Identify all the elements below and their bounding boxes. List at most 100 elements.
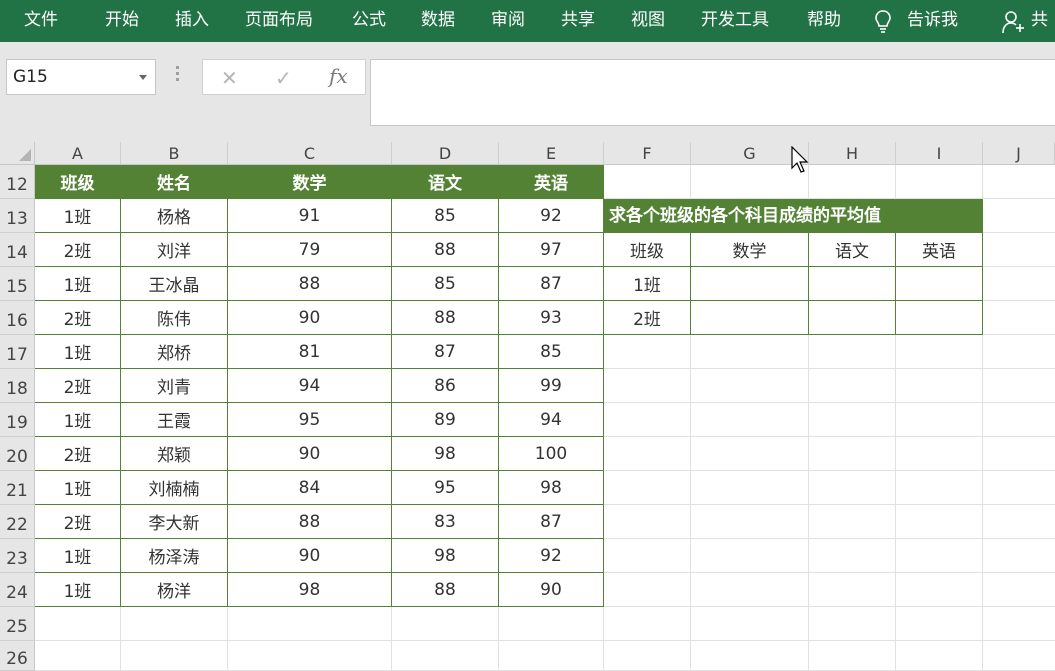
table-cell[interactable]: 98 — [392, 437, 499, 471]
table-cell[interactable]: 刘洋 — [121, 233, 228, 267]
table-cell[interactable]: 79 — [228, 233, 392, 267]
table-cell[interactable]: 1班 — [35, 335, 121, 369]
worksheet-grid[interactable]: A B C D E F G H I J 12 13 14 15 16 17 18 19 20 21 22 23 24 25 26… — [0, 142, 1055, 671]
table-cell[interactable]: 94 — [499, 403, 604, 437]
table-cell[interactable]: 89 — [392, 403, 499, 437]
name-box[interactable]: G15 — [6, 59, 156, 95]
row-header-16[interactable]: 16 — [0, 301, 35, 335]
table-cell[interactable]: 88 — [228, 267, 392, 301]
row-header-12[interactable]: 12 — [0, 165, 35, 199]
summary-header-cell[interactable]: 英语 — [896, 233, 983, 267]
table-header-cell[interactable]: 姓名 — [121, 165, 228, 199]
table-header-cell[interactable]: 班级 — [35, 165, 121, 199]
tab-help[interactable]: 帮助 — [807, 0, 841, 42]
table-cell[interactable]: 91 — [228, 199, 392, 233]
row-header-14[interactable]: 14 — [0, 233, 35, 267]
row-header-25[interactable]: 25 — [0, 607, 35, 641]
summary-header-cell[interactable]: 班级 — [604, 233, 691, 267]
row-header-24[interactable]: 24 — [0, 573, 35, 607]
summary-cell[interactable] — [691, 267, 809, 301]
tab-file[interactable]: 文件 — [24, 0, 58, 42]
share-person-icon[interactable] — [1002, 10, 1026, 34]
tell-me-search[interactable]: 告诉我 — [907, 0, 958, 42]
table-cell[interactable]: 88 — [392, 233, 499, 267]
column-header-d[interactable]: D — [392, 142, 499, 165]
resize-handle-icon[interactable] — [176, 66, 180, 86]
column-header-a[interactable]: A — [35, 142, 121, 165]
table-cell[interactable]: 86 — [392, 369, 499, 403]
table-cell[interactable]: 1班 — [35, 573, 121, 607]
table-cell[interactable]: 王霞 — [121, 403, 228, 437]
table-cell[interactable]: 88 — [392, 573, 499, 607]
tab-review[interactable]: 审阅 — [491, 0, 525, 42]
summary-title[interactable]: 求各个班级的各个科目成绩的平均值 — [604, 199, 983, 233]
column-header-b[interactable]: B — [121, 142, 228, 165]
tab-home[interactable]: 开始 — [105, 0, 139, 42]
insert-function-icon[interactable]: fx — [329, 64, 348, 88]
row-header-18[interactable]: 18 — [0, 369, 35, 403]
table-cell[interactable]: 83 — [392, 505, 499, 539]
table-cell[interactable]: 85 — [392, 267, 499, 301]
summary-cell[interactable] — [896, 301, 983, 335]
table-cell[interactable]: 92 — [499, 199, 604, 233]
table-cell[interactable]: 刘青 — [121, 369, 228, 403]
table-cell[interactable]: 98 — [392, 539, 499, 573]
table-cell[interactable]: 97 — [499, 233, 604, 267]
table-cell[interactable]: 87 — [499, 267, 604, 301]
table-cell[interactable]: 90 — [228, 539, 392, 573]
summary-header-cell[interactable]: 数学 — [691, 233, 809, 267]
row-header-22[interactable]: 22 — [0, 505, 35, 539]
row-header-21[interactable]: 21 — [0, 471, 35, 505]
tab-page-layout[interactable]: 页面布局 — [245, 0, 313, 42]
table-cell[interactable]: 98 — [499, 471, 604, 505]
summary-cell[interactable] — [809, 267, 896, 301]
table-cell[interactable]: 95 — [392, 471, 499, 505]
summary-header-cell[interactable]: 语文 — [809, 233, 896, 267]
table-cell[interactable]: 杨格 — [121, 199, 228, 233]
row-header-20[interactable]: 20 — [0, 437, 35, 471]
table-cell[interactable]: 1班 — [35, 199, 121, 233]
table-cell[interactable]: 郑桥 — [121, 335, 228, 369]
column-header-f[interactable]: F — [604, 142, 691, 165]
table-cell[interactable]: 杨泽涛 — [121, 539, 228, 573]
table-cell[interactable]: 2班 — [35, 505, 121, 539]
table-cell[interactable]: 陈伟 — [121, 301, 228, 335]
table-cell[interactable]: 99 — [499, 369, 604, 403]
table-cell[interactable]: 81 — [228, 335, 392, 369]
column-header-c[interactable]: C — [228, 142, 392, 165]
cancel-icon[interactable]: ✕ — [221, 66, 238, 90]
table-cell[interactable]: 93 — [499, 301, 604, 335]
table-cell[interactable]: 98 — [228, 573, 392, 607]
table-cell[interactable]: 2班 — [35, 369, 121, 403]
summary-cell[interactable] — [691, 301, 809, 335]
row-header-13[interactable]: 13 — [0, 199, 35, 233]
select-all-button[interactable] — [0, 142, 35, 165]
tab-view[interactable]: 视图 — [631, 0, 665, 42]
summary-cell[interactable] — [809, 301, 896, 335]
column-header-j[interactable]: J — [983, 142, 1055, 165]
table-cell[interactable]: 郑颖 — [121, 437, 228, 471]
table-cell[interactable]: 2班 — [35, 437, 121, 471]
summary-cell[interactable]: 1班 — [604, 267, 691, 301]
table-cell[interactable]: 王冰晶 — [121, 267, 228, 301]
table-header-cell[interactable]: 数学 — [228, 165, 392, 199]
formula-input[interactable] — [370, 59, 1055, 126]
table-cell[interactable]: 1班 — [35, 539, 121, 573]
table-header-cell[interactable]: 语文 — [392, 165, 499, 199]
row-header-26[interactable]: 26 — [0, 641, 35, 671]
row-header-23[interactable]: 23 — [0, 539, 35, 573]
row-header-17[interactable]: 17 — [0, 335, 35, 369]
table-cell[interactable]: 87 — [499, 505, 604, 539]
table-cell[interactable]: 88 — [228, 505, 392, 539]
table-cell[interactable]: 92 — [499, 539, 604, 573]
row-header-15[interactable]: 15 — [0, 267, 35, 301]
row-header-19[interactable]: 19 — [0, 403, 35, 437]
table-header-cell[interactable]: 英语 — [499, 165, 604, 199]
table-cell[interactable]: 85 — [392, 199, 499, 233]
summary-cell[interactable]: 2班 — [604, 301, 691, 335]
table-cell[interactable]: 1班 — [35, 267, 121, 301]
table-cell[interactable]: 2班 — [35, 233, 121, 267]
tab-data[interactable]: 数据 — [421, 0, 455, 42]
table-cell[interactable]: 100 — [499, 437, 604, 471]
table-cell[interactable]: 1班 — [35, 403, 121, 437]
